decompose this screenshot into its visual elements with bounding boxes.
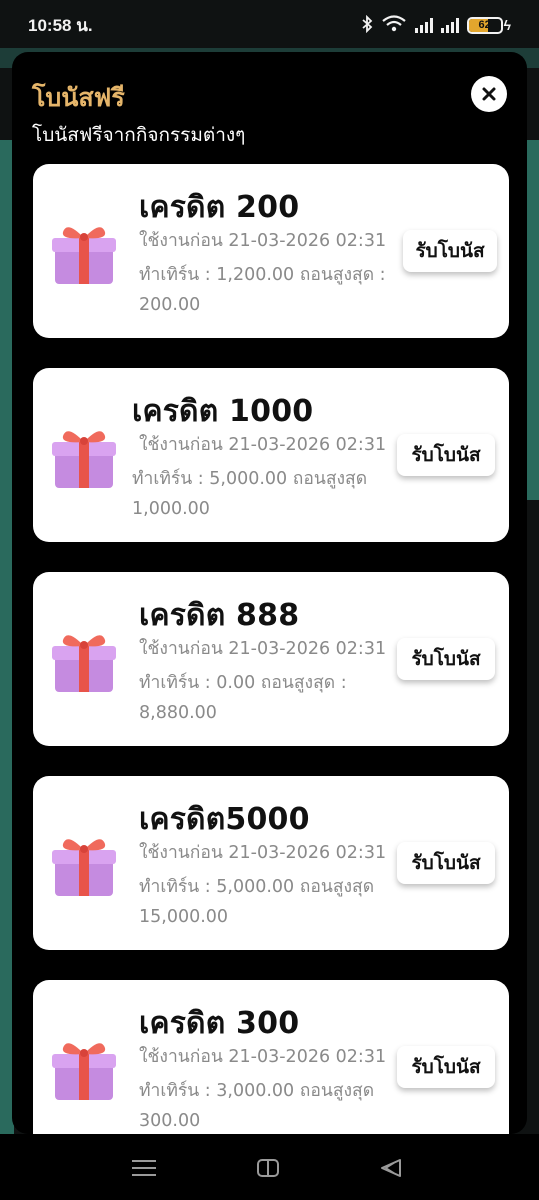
modal-subtitle: โบนัสฟรีจากกิจกรรมต่างๆ <box>32 124 246 146</box>
status-time: 10:58 น. <box>28 15 93 35</box>
bonus-card: เครดิต 888 ใช้งานก่อน 21-03-2026 02:31 ท… <box>33 572 509 746</box>
close-button[interactable] <box>471 76 507 112</box>
bonus-expiry: ใช้งานก่อน 21-03-2026 02:31 <box>139 843 387 863</box>
menu-lines-icon <box>132 1160 156 1176</box>
claim-bonus-button[interactable]: รับโบนัส <box>397 1046 495 1088</box>
bonus-turnover: ทำเทิร์น : 5,000.00 ถอนสูงสุด <box>132 469 368 489</box>
bonus-title: เครดิต 888 <box>139 598 300 633</box>
system-nav-bar <box>0 1134 539 1200</box>
free-bonus-modal: โบนัสฟรี โบนัสฟรีจากกิจกรรมต่างๆ เครดิต … <box>12 52 527 1134</box>
bluetooth-icon <box>361 14 373 36</box>
close-icon <box>482 87 496 101</box>
bonus-max-withdraw: 300.00 <box>139 1111 201 1131</box>
gift-icon <box>52 635 116 692</box>
bonus-turnover: ทำเทิร์น : 3,000.00 ถอนสูงสุด <box>139 1081 375 1101</box>
charging-icon: ϟ <box>503 17 511 33</box>
bonus-turnover: ทำเทิร์น : 1,200.00 ถอนสูงสุด : <box>139 265 386 285</box>
recents-button[interactable] <box>124 1154 164 1182</box>
gift-icon <box>52 431 116 488</box>
bonus-card: เครดิต 300 ใช้งานก่อน 21-03-2026 02:31 ท… <box>33 980 509 1134</box>
back-triangle-icon <box>381 1159 401 1177</box>
claim-bonus-button[interactable]: รับโบนัส <box>403 230 497 272</box>
back-button[interactable] <box>370 1154 410 1182</box>
bonus-max-withdraw: 1,000.00 <box>132 499 210 519</box>
wifi-icon <box>381 14 407 36</box>
home-button[interactable] <box>248 1154 288 1182</box>
bonus-expiry: ใช้งานก่อน 21-03-2026 02:31 <box>139 231 387 251</box>
bonus-card: เครดิต 200 ใช้งานก่อน 21-03-2026 02:31 ท… <box>33 164 509 338</box>
claim-bonus-button[interactable]: รับโบนัส <box>397 842 495 884</box>
modal-title: โบนัสฟรี <box>32 83 125 112</box>
battery-icon: 62 ϟ <box>466 16 511 34</box>
claim-bonus-button[interactable]: รับโบนัส <box>397 434 495 476</box>
bonus-title: เครดิต5000 <box>139 802 310 837</box>
bonus-max-withdraw: 8,880.00 <box>139 703 217 723</box>
bonus-expiry: ใช้งานก่อน 21-03-2026 02:31 <box>139 1047 387 1067</box>
gift-icon <box>52 1043 116 1100</box>
bonus-title: เครดิต 300 <box>139 1006 300 1041</box>
bonus-title: เครดิต 200 <box>139 190 300 225</box>
bonus-card: เครดิต5000 ใช้งานก่อน 21-03-2026 02:31 ท… <box>33 776 509 950</box>
signal-strength-icon-2 <box>440 17 459 33</box>
bonus-card: เครดิต 1000 ใช้งานก่อน 21-03-2026 02:31 … <box>33 368 509 542</box>
bonus-max-withdraw: 15,000.00 <box>139 907 229 927</box>
signal-strength-icon <box>414 17 433 33</box>
status-bar: 10:58 น. 62 ϟ <box>0 0 539 50</box>
claim-bonus-button[interactable]: รับโบนัส <box>397 638 495 680</box>
bonus-expiry: ใช้งานก่อน 21-03-2026 02:31 <box>139 639 387 659</box>
bonus-max-withdraw: 200.00 <box>139 295 201 315</box>
backdrop-edge-right <box>525 140 539 500</box>
battery-label: 62 <box>478 18 491 31</box>
status-icons: 62 ϟ <box>361 14 511 36</box>
bonus-expiry: ใช้งานก่อน 21-03-2026 02:31 <box>139 435 387 455</box>
bonus-title: เครดิต 1000 <box>132 394 314 429</box>
bonus-turnover: ทำเทิร์น : 5,000.00 ถอนสูงสุด <box>139 877 375 897</box>
gift-icon <box>52 839 116 896</box>
bonus-turnover: ทำเทิร์น : 0.00 ถอนสูงสุด : <box>139 673 347 693</box>
home-rect-icon <box>257 1159 279 1177</box>
gift-icon <box>52 227 116 284</box>
